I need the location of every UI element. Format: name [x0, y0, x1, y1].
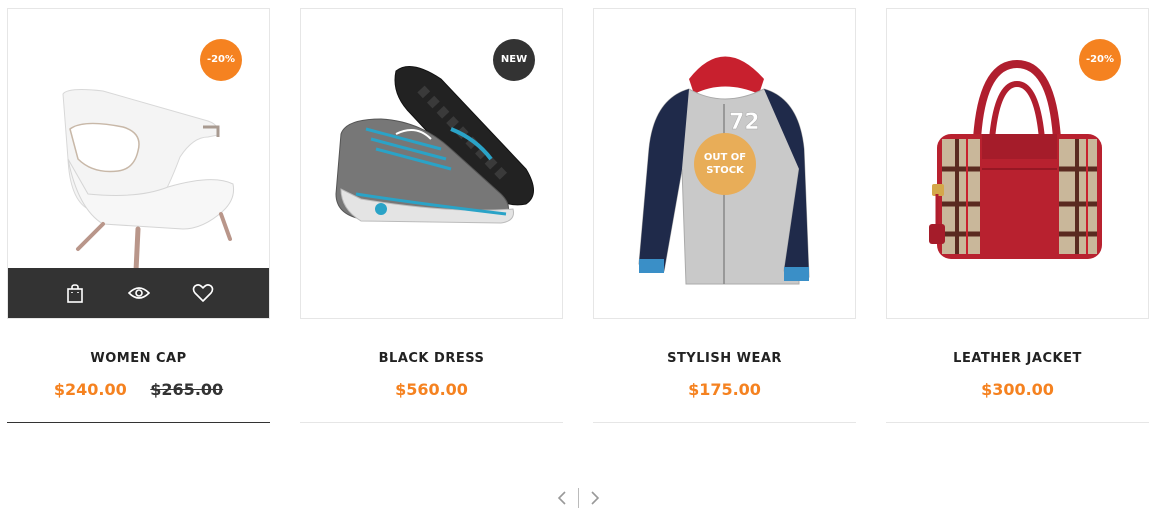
product-name[interactable]: WOMEN CAP	[7, 351, 270, 366]
product-name[interactable]: LEATHER JACKET	[886, 351, 1149, 366]
eye-icon	[127, 287, 150, 299]
svg-text:72: 72	[729, 110, 760, 135]
discount-badge: -20%	[200, 39, 242, 81]
product-name[interactable]: BLACK DRESS	[300, 351, 563, 366]
pager-divider	[577, 488, 579, 508]
card-divider	[886, 422, 1149, 423]
shopping-bag-icon	[66, 284, 83, 303]
product-prices: $240.00 $265.00	[7, 380, 270, 399]
card-divider	[7, 422, 270, 423]
product-image[interactable]: 72 OUT OF STOCK	[593, 8, 856, 319]
discount-badge: -20%	[1079, 39, 1121, 81]
new-badge: NEW	[493, 39, 535, 81]
product-prices: $560.00	[300, 380, 563, 399]
out-of-stock-badge: OUT OF STOCK	[694, 133, 756, 195]
product-card-women-cap[interactable]: -20% WOMEN CAP $240.00 $265.00	[7, 8, 270, 424]
previous-button[interactable]	[552, 488, 572, 508]
product-old-price: $265.00	[150, 380, 224, 399]
chevron-right-icon	[590, 491, 599, 505]
card-divider	[300, 422, 563, 423]
card-divider	[593, 422, 856, 423]
product-price: $240.00	[53, 380, 127, 399]
add-to-cart-button[interactable]	[62, 280, 88, 306]
chevron-left-icon	[557, 491, 566, 505]
product-prices: $300.00	[886, 380, 1149, 399]
product-card-leather-jacket[interactable]: -20% LEATHER JACKET $300.00	[886, 8, 1149, 424]
product-price: $175.00	[688, 380, 761, 399]
product-price: $300.00	[981, 380, 1054, 399]
product-image[interactable]: NEW	[300, 8, 563, 319]
product-card-stylish-wear[interactable]: 72 OUT OF STOCK STYLISH WEAR $175.00	[593, 8, 856, 424]
product-name[interactable]: STYLISH WEAR	[593, 351, 856, 366]
next-button[interactable]	[585, 488, 605, 508]
product-action-bar	[8, 268, 269, 318]
product-prices: $175.00	[593, 380, 856, 399]
wishlist-button[interactable]	[190, 280, 216, 306]
product-image[interactable]: -20%	[886, 8, 1149, 319]
carousel-pager	[548, 487, 608, 509]
product-image[interactable]: -20%	[7, 8, 270, 319]
product-grid: -20% WOMEN CAP $240.00 $265.00 NEW BLACK…	[0, 0, 1155, 440]
quick-view-button[interactable]	[126, 280, 152, 306]
heart-icon	[192, 284, 213, 302]
product-price: $560.00	[395, 380, 468, 399]
product-card-black-dress[interactable]: NEW BLACK DRESS $560.00	[300, 8, 563, 424]
